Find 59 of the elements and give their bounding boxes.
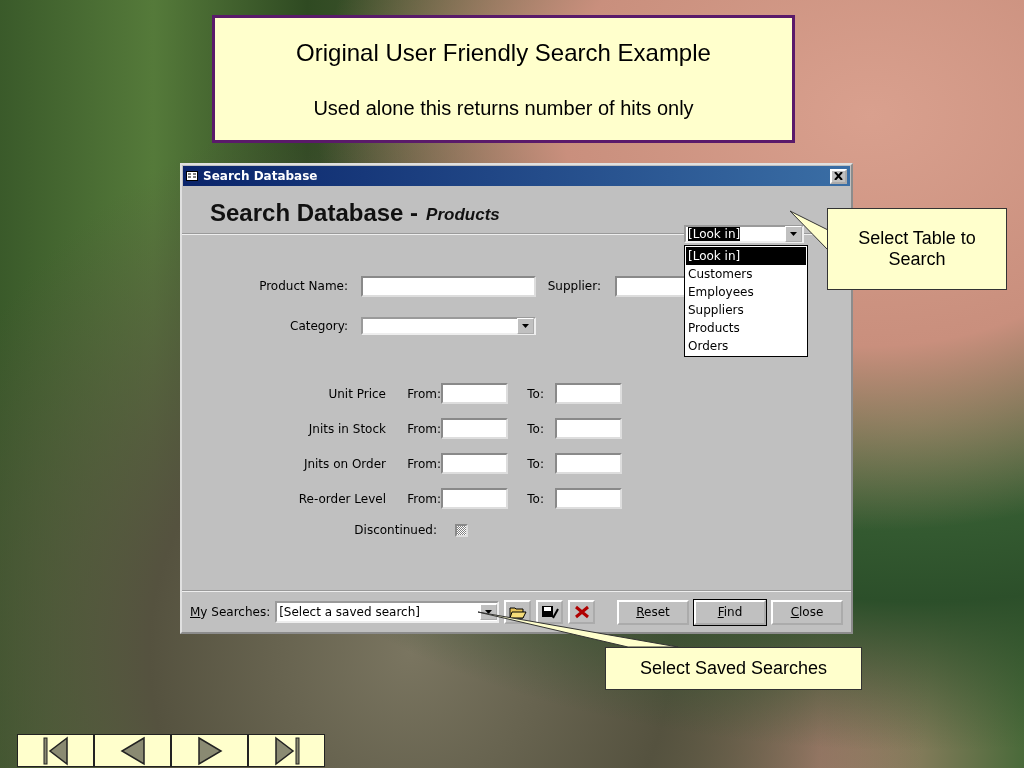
previous-icon: [119, 735, 146, 766]
close-button[interactable]: [830, 168, 847, 184]
first-slide-icon: [42, 735, 69, 766]
input-field[interactable]: [441, 453, 508, 474]
field-label: Unit Price: [327, 386, 386, 401]
category-dropdown[interactable]: [361, 317, 536, 335]
caret-icon: [485, 610, 493, 614]
field-label: Supplier:: [546, 279, 601, 293]
input-field[interactable]: [555, 488, 622, 509]
input-field[interactable]: [555, 418, 622, 439]
caret-icon: [790, 232, 797, 236]
input-field[interactable]: [441, 488, 508, 509]
dialog-button[interactable]: Find: [694, 599, 766, 625]
callout: Select Saved Searches: [605, 647, 862, 690]
save-button[interactable]: [536, 600, 564, 624]
from-label: From:: [406, 421, 441, 436]
disk-pencil-icon: [540, 605, 559, 619]
dialog-button[interactable]: Close: [771, 599, 843, 625]
to-label: To:: [526, 491, 544, 506]
nav-button[interactable]: [94, 734, 171, 767]
nav-button[interactable]: [248, 734, 325, 767]
folder-icon: [508, 605, 527, 619]
next-icon: [196, 735, 223, 766]
window-title: Search Database: [203, 169, 319, 183]
nav-button[interactable]: [171, 734, 248, 767]
field-label: My Searches:: [190, 605, 271, 619]
close-icon: [834, 172, 843, 180]
input-field[interactable]: [361, 275, 536, 297]
table-name: Products: [426, 205, 500, 225]
input-field[interactable]: [555, 453, 622, 474]
slide-title: Original User Friendly Search Example: [296, 38, 711, 67]
saved-search-dropdown[interactable]: [Select a saved search]: [275, 601, 500, 623]
field-label: Re-order Level: [297, 491, 386, 506]
input-field[interactable]: [441, 418, 508, 439]
field-label: Category:: [289, 319, 348, 333]
slide-subtitle: Used alone this returns number of hits only: [313, 96, 694, 120]
dropdown-option[interactable]: [Look in]: [686, 247, 806, 265]
look-in-dropdown[interactable]: [Look in]: [684, 225, 804, 243]
from-label: From:: [406, 491, 441, 506]
input-field[interactable]: [441, 383, 508, 404]
field-label: Discontinued:: [353, 523, 437, 537]
field-label: Jnits on Order: [302, 456, 386, 471]
last-slide-icon: [273, 735, 300, 766]
form-icon: [186, 171, 198, 181]
from-label: From:: [406, 386, 441, 401]
to-label: To:: [526, 421, 544, 436]
input-field[interactable]: [555, 383, 622, 404]
to-label: To:: [526, 386, 544, 401]
delete-button[interactable]: [568, 600, 596, 624]
field-label: Jnits in Stock: [307, 421, 386, 436]
field-label: Product Name:: [258, 279, 348, 293]
delete-icon: [573, 605, 590, 619]
nav-button[interactable]: [17, 734, 94, 767]
from-label: From:: [406, 456, 441, 471]
to-label: To:: [526, 456, 544, 471]
checkbox[interactable]: [455, 523, 468, 537]
dialog-button[interactable]: Reset: [617, 599, 689, 625]
caret-icon: [522, 324, 529, 328]
form-heading: Search Database -: [210, 199, 419, 227]
